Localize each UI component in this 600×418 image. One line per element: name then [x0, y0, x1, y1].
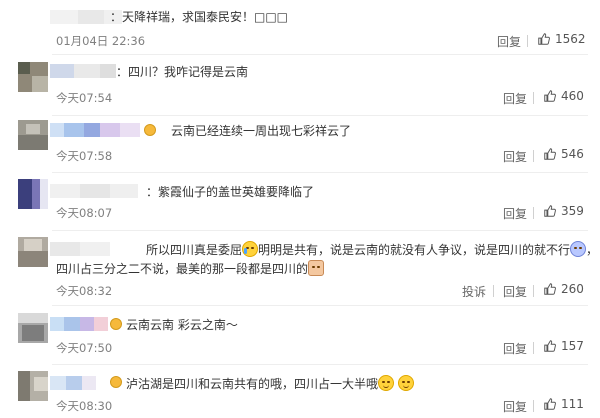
member-badge-icon	[110, 376, 122, 388]
comment-time: 今天07:58	[56, 149, 113, 163]
comment-text: 云南已经连续一周出现七彩祥云了	[171, 124, 352, 138]
thumbs-up-icon	[544, 205, 556, 217]
comment-6: 云南云南 彩云之南～ 今天07:50 回复 157	[0, 309, 600, 365]
comment-time: 今天08:07	[56, 206, 113, 220]
comment-time: 今天07:54	[56, 91, 113, 105]
action-separator	[493, 285, 494, 297]
report-button[interactable]: 投诉	[462, 283, 486, 300]
comment-7: 泸沽湖是四川和云南共有的哦，四川占一大半哦 今天08:30 回复 111	[0, 366, 600, 418]
member-badge-icon	[144, 124, 156, 136]
reply-button[interactable]: 回复	[503, 340, 527, 357]
comment-divider	[52, 364, 588, 365]
comment-divider	[52, 305, 588, 306]
comment-5: 所以四川真是委屈 明明是共有，说是云南的就没有人争议，说是四川的就不行， 四川占三…	[0, 233, 600, 306]
action-separator	[533, 150, 534, 162]
comment-text-line: 泸沽湖是四川和云南共有的哦，四川占一大半哦	[126, 375, 415, 392]
comment-time: 今天08:30	[56, 399, 113, 413]
reply-button[interactable]: 回复	[503, 283, 527, 300]
member-badge-icon	[110, 318, 122, 330]
like-button[interactable]: 1562	[537, 32, 586, 46]
avatar[interactable]	[18, 237, 48, 267]
comment-text: ：四川？我咋记得是云南	[116, 65, 249, 79]
avatar[interactable]	[18, 62, 48, 92]
comment-text: ：紫霞仙子的盖世英雄要降临了	[146, 185, 315, 199]
like-button[interactable]: 111	[543, 397, 584, 411]
thumbs-up-icon	[544, 340, 556, 352]
comment-4: ：紫霞仙子的盖世英雄要降临了 今天08:07 回复 359	[0, 175, 600, 232]
action-separator	[533, 207, 534, 219]
comment-3: 云南已经连续一周出现七彩祥云了 今天07:58 回复 546	[0, 116, 600, 174]
comment-time: 今天07:50	[56, 341, 113, 355]
comment-divider	[52, 172, 588, 173]
like-button[interactable]: 460	[543, 89, 584, 103]
like-count: 260	[561, 282, 584, 296]
like-count: 546	[561, 147, 584, 161]
action-separator	[533, 400, 534, 412]
comment-divider	[52, 54, 588, 55]
comment-text: ：天降祥瑞，求国泰民安！□□□	[110, 10, 289, 24]
thumbs-up-icon	[544, 148, 556, 160]
like-button[interactable]: 157	[543, 339, 584, 353]
action-separator	[527, 35, 528, 47]
reply-button[interactable]: 回复	[503, 148, 527, 165]
like-count: 157	[561, 339, 584, 353]
comment-text-line1: 所以四川真是委屈 明明是共有，说是云南的就没有人争议，说是四川的就不行，	[146, 241, 599, 257]
cat-emoji-icon	[308, 260, 325, 276]
avatar[interactable]	[18, 179, 48, 209]
smile-emoji-icon	[378, 375, 395, 391]
sad-emoji-icon	[570, 241, 587, 257]
avatar[interactable]	[18, 120, 48, 150]
comment-time: 今天08:32	[56, 284, 113, 298]
comment-text: 云南云南 彩云之南～	[126, 318, 238, 332]
comment-time: 01月04日 22:36	[56, 34, 146, 48]
avatar[interactable]	[18, 371, 48, 401]
action-separator	[533, 92, 534, 104]
comment-2: ：四川？我咋记得是云南 今天07:54 回复 460	[0, 58, 600, 116]
comment-1: ：天降祥瑞，求国泰民安！□□□ 01月04日 22:36 回复 1562	[0, 0, 600, 55]
thumbs-up-icon	[544, 90, 556, 102]
reply-button[interactable]: 回复	[503, 90, 527, 107]
like-button[interactable]: 260	[543, 282, 584, 296]
thumbs-up-icon	[538, 33, 550, 45]
crying-emoji-icon	[242, 241, 259, 257]
reply-button[interactable]: 回复	[503, 398, 527, 415]
thumbs-up-icon	[544, 398, 556, 410]
comment-divider	[52, 230, 588, 231]
reply-button[interactable]: 回复	[503, 205, 527, 222]
like-count: 111	[561, 397, 584, 411]
thumbs-up-icon	[544, 283, 556, 295]
like-button[interactable]: 359	[543, 204, 584, 218]
like-count: 460	[561, 89, 584, 103]
like-button[interactable]: 546	[543, 147, 584, 161]
action-separator	[533, 285, 534, 297]
like-count: 1562	[555, 32, 586, 46]
action-separator	[533, 342, 534, 354]
smile-emoji-icon	[398, 375, 415, 391]
reply-button[interactable]: 回复	[497, 33, 521, 50]
like-count: 359	[561, 204, 584, 218]
comment-text-line2: 四川占三分之二不说，最美的那一段都是四川的	[56, 260, 325, 277]
avatar[interactable]	[18, 313, 48, 343]
